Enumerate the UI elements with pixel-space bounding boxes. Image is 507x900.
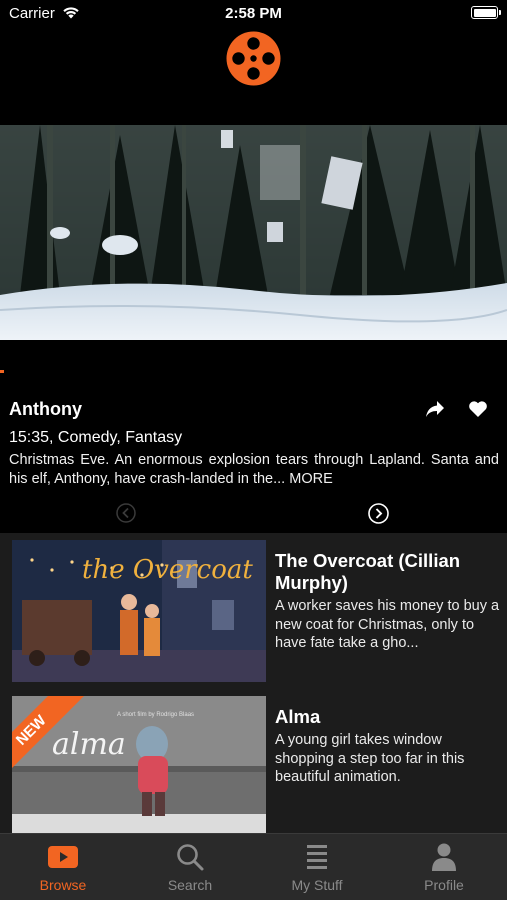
search-icon: [177, 844, 204, 871]
alma-thumbnail: alma A short film by Rodrigo Blaas NEW: [12, 696, 266, 833]
featured-title: Anthony: [9, 399, 82, 419]
featured-meta: 15:35, Comedy, Fantasy: [9, 429, 183, 446]
tab-browse[interactable]: Browse: [0, 834, 126, 900]
list-item[interactable]: the Overcoat The Overcoat (Cillian Murph…: [12, 540, 507, 682]
share-icon[interactable]: [425, 400, 445, 418]
list-icon: [307, 845, 327, 869]
hero-progress-indicator: [0, 370, 4, 373]
tab-search[interactable]: Search: [127, 834, 253, 900]
status-bar: Carrier 2:58 PM: [0, 0, 507, 26]
more-link[interactable]: MORE: [289, 471, 333, 487]
tab-label: My Stuff: [291, 877, 343, 893]
tab-label: Search: [167, 877, 213, 893]
featured-hero-image[interactable]: [0, 125, 507, 340]
next-arrow-icon[interactable]: [368, 503, 389, 524]
list-item-title: The Overcoat (Cillian Murphy): [275, 550, 461, 593]
tab-label: Browse: [39, 877, 87, 893]
alma-thumb-title: alma: [52, 727, 126, 762]
movie-list[interactable]: the Overcoat The Overcoat (Cillian Murph…: [0, 533, 507, 833]
overcoat-thumbnail: the Overcoat: [12, 540, 266, 682]
battery-icon: [471, 6, 501, 19]
person-icon: [432, 843, 456, 871]
tab-profile[interactable]: Profile: [381, 834, 507, 900]
play-icon: [48, 846, 78, 868]
tab-my-stuff[interactable]: My Stuff: [254, 834, 380, 900]
list-item-description: A young girl takes window shopping a ste…: [275, 732, 465, 785]
previous-arrow-icon: [116, 503, 136, 523]
list-item-description: A worker saves his money to buy a new co…: [275, 598, 500, 651]
tab-bar: Browse Search My Stuff Profile: [0, 833, 507, 900]
featured-description: Christmas Eve. An enormous explosion tea…: [9, 451, 499, 489]
film-reel-logo: [226, 31, 281, 86]
list-item-title: Alma: [275, 706, 321, 727]
tab-label: Profile: [424, 877, 464, 893]
featured-description-text: Christmas Eve. An enormous explosion tea…: [9, 452, 499, 487]
alma-thumb-credit: A short film by Rodrigo Blaas: [117, 712, 194, 718]
overcoat-thumb-title: the Overcoat: [82, 555, 253, 585]
heart-icon[interactable]: [468, 400, 488, 418]
list-item[interactable]: alma A short film by Rodrigo Blaas NEW A…: [12, 696, 507, 833]
clock: 2:58 PM: [225, 5, 282, 22]
